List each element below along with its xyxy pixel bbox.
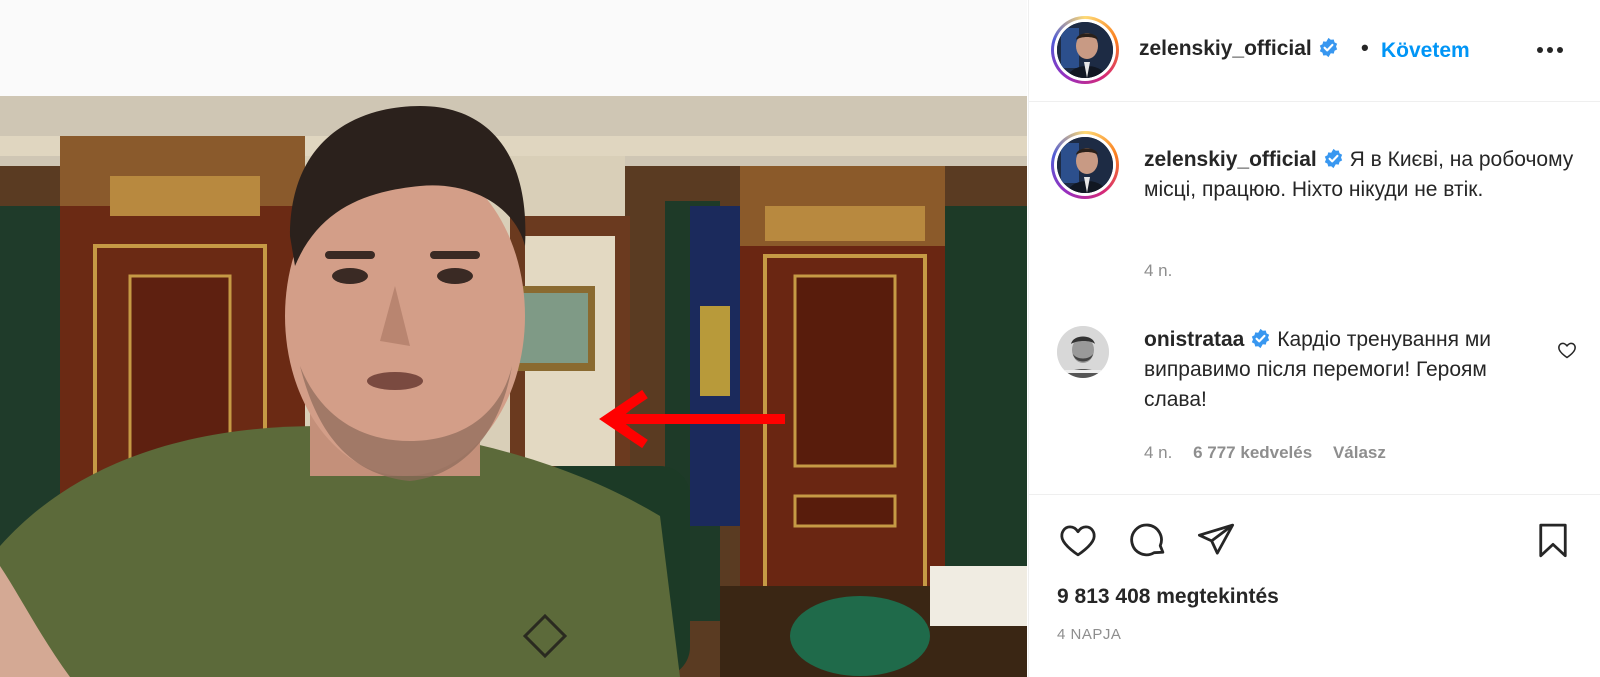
video-still (0, 96, 1027, 677)
verified-badge-icon (1319, 37, 1337, 58)
verified-badge-icon (1252, 328, 1270, 349)
caption-text: zelenskiy_official Я в Києві, на робочом… (1144, 145, 1584, 205)
comment-text: onistrataa Кардіо тренування ми виправим… (1144, 325, 1544, 415)
post-date[interactable]: 4 NAPJA (1057, 626, 1121, 643)
caption-timestamp[interactable]: 4 n. (1144, 261, 1172, 281)
post-sidebar: zelenskiy_official • Követem zelenskiy_o… (1028, 0, 1600, 677)
reply-button[interactable]: Válasz (1333, 443, 1386, 462)
verified-badge-icon (1324, 148, 1342, 169)
paper-plane-icon[interactable] (1195, 519, 1237, 561)
comment-meta: 4 n. 6 777 kedvelés Válasz (1144, 443, 1402, 463)
commenter-username-link[interactable]: onistrataa (1144, 328, 1244, 351)
video-player[interactable] (0, 96, 1027, 677)
commenter-avatar[interactable] (1057, 326, 1109, 378)
comment-heart-icon[interactable] (1557, 340, 1577, 360)
following-button[interactable]: Követem (1381, 39, 1470, 63)
author-avatar[interactable] (1051, 16, 1119, 84)
separator-dot: • (1361, 35, 1369, 60)
heart-icon[interactable] (1057, 519, 1099, 561)
more-options-icon[interactable] (1535, 40, 1565, 60)
post-header: zelenskiy_official • Követem (1029, 0, 1600, 102)
caption-username-link[interactable]: zelenskiy_official (1144, 148, 1317, 171)
comment-bubble-icon[interactable] (1127, 519, 1169, 561)
comment-timestamp[interactable]: 4 n. (1144, 443, 1172, 462)
caption-author-avatar[interactable] (1051, 131, 1119, 199)
author-username-link[interactable]: zelenskiy_official (1139, 37, 1312, 60)
views-count[interactable]: 9 813 408 megtekintés (1057, 585, 1279, 609)
author-username-row: zelenskiy_official (1139, 37, 1339, 61)
bookmark-icon[interactable] (1532, 519, 1574, 561)
media-pane (0, 0, 1027, 677)
comment-likes-link[interactable]: 6 777 kedvelés (1193, 443, 1312, 462)
post-actions: 9 813 408 megtekintés 4 NAPJA (1029, 494, 1600, 677)
